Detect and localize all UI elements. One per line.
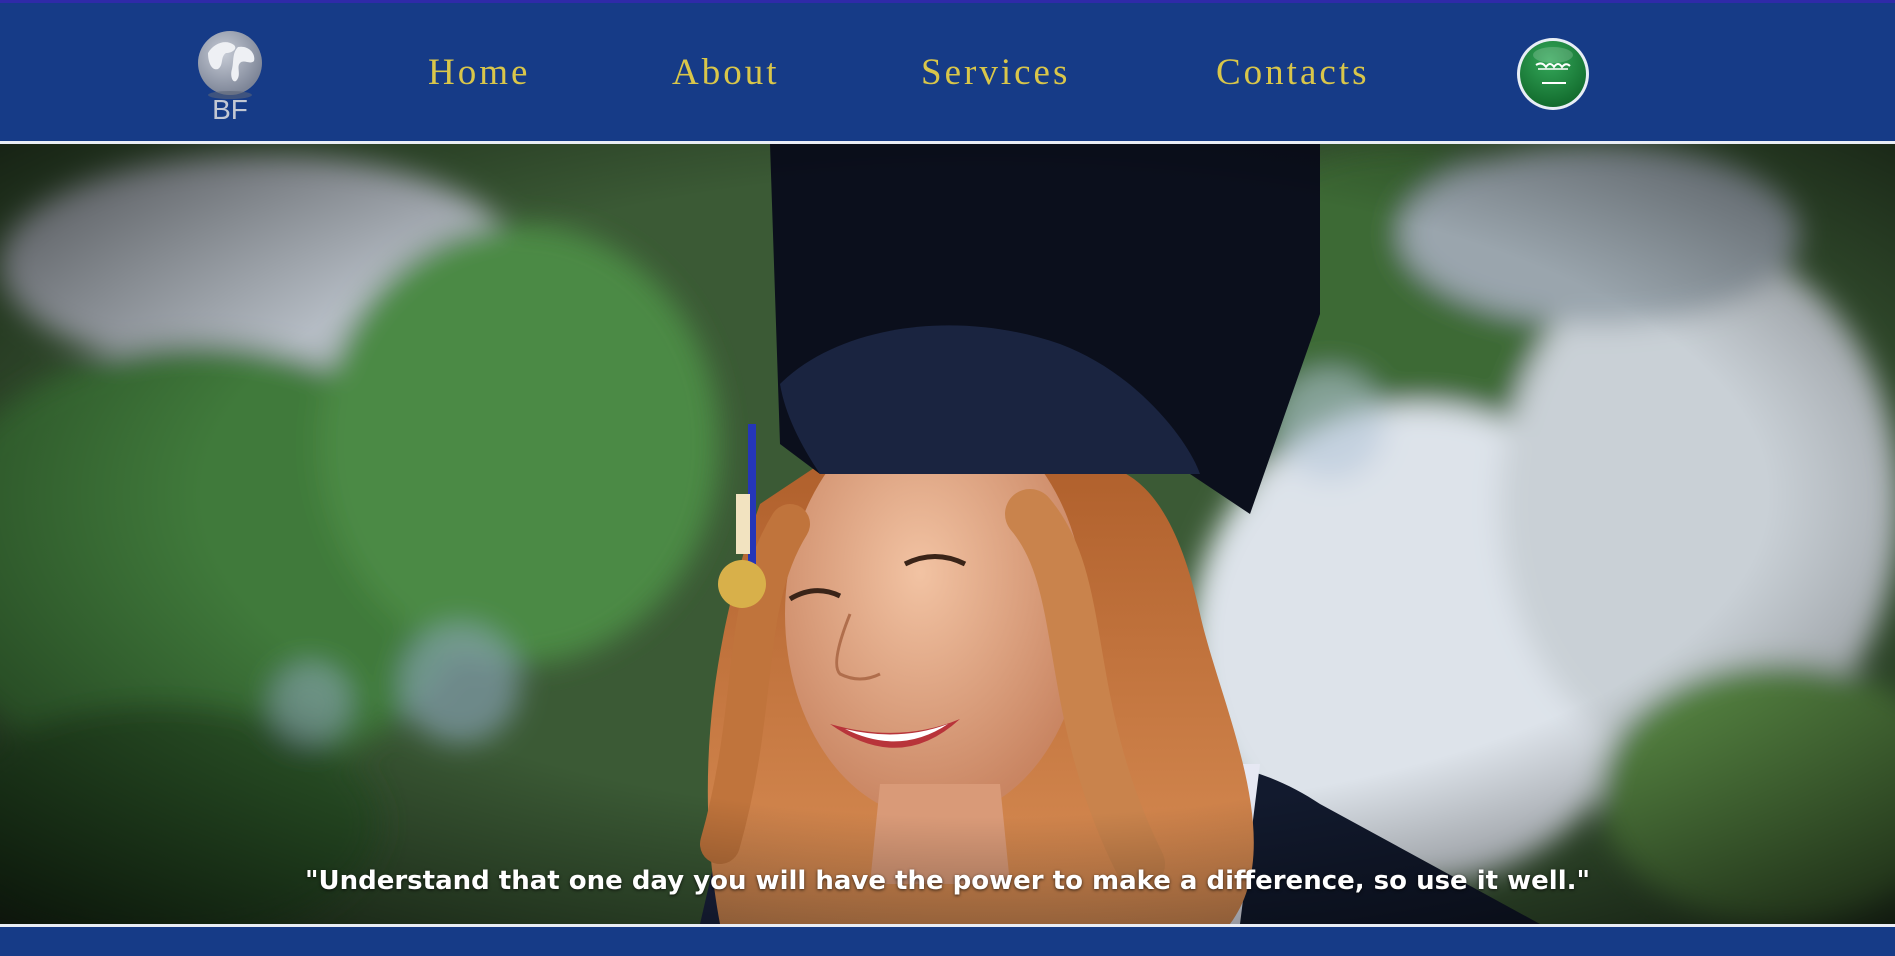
footer-bar: [0, 927, 1895, 956]
page: BF Home About Services Contacts "Underst…: [0, 0, 1895, 956]
nav-home-link[interactable]: Home: [428, 51, 530, 94]
hero-quote: "Understand that one day you will have t…: [304, 866, 1591, 896]
language-toggle-button[interactable]: [1516, 37, 1590, 111]
hero-banner: "Understand that one day you will have t…: [0, 144, 1895, 924]
logo-text: BF: [212, 94, 248, 123]
globe-icon: BF: [198, 31, 262, 123]
navbar: BF Home About Services Contacts: [0, 3, 1895, 141]
nav-contacts-link[interactable]: Contacts: [1216, 51, 1369, 94]
nav-services-link[interactable]: Services: [921, 51, 1070, 94]
hero-graduate-image: [0, 144, 1895, 924]
saudi-flag-icon: [1517, 38, 1589, 110]
logo[interactable]: BF: [190, 23, 270, 123]
nav-about-link[interactable]: About: [672, 51, 780, 94]
